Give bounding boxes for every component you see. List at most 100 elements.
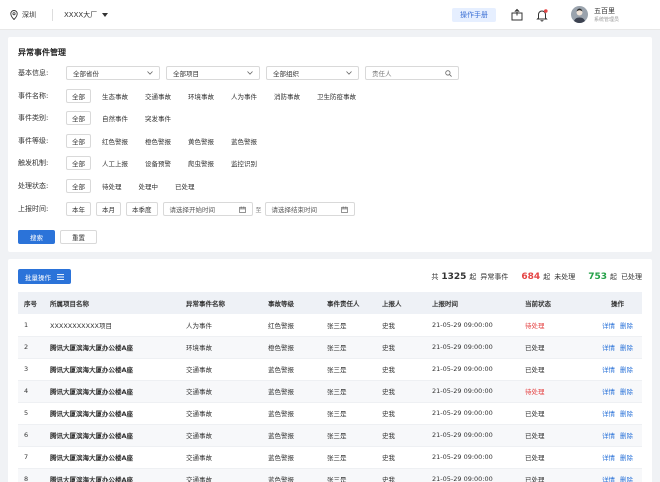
row-index: 8 (18, 468, 44, 482)
chevron-down-icon (247, 71, 253, 75)
event-name-option[interactable]: 交通事故 (139, 89, 177, 103)
event-level-option[interactable]: 橙色警报 (139, 134, 177, 148)
trigger-option[interactable]: 人工上报 (96, 156, 134, 170)
event-name: 交通事故 (180, 380, 262, 403)
detail-link[interactable]: 详情 (602, 322, 615, 330)
event-type-option[interactable]: 突发事件 (139, 111, 177, 125)
column-header: 序号 (18, 292, 44, 314)
report-time: 21-05-29 09:00:00 (426, 402, 519, 425)
event-name-option[interactable]: 生态事故 (96, 89, 134, 103)
province-select[interactable]: 全部省份 (66, 66, 160, 80)
status-option[interactable]: 已处理 (169, 179, 201, 193)
event-level-option[interactable]: 红色警报 (96, 134, 134, 148)
project-select[interactable]: 全部项目 (166, 66, 260, 80)
status-badge: 已处理 (519, 358, 587, 381)
event-name: 交通事故 (180, 468, 262, 482)
province-select-value: 全部省份 (73, 70, 99, 78)
report-time: 21-05-29 09:00:00 (426, 358, 519, 381)
event-name-option[interactable]: 环境事故 (182, 89, 220, 103)
project-name: 腾讯大厦滨海大厦办公楼A座 (44, 424, 180, 447)
pending-label: 未处理 (554, 273, 576, 281)
detail-link[interactable]: 详情 (602, 454, 615, 462)
avatar[interactable] (571, 6, 588, 23)
filter-panel: 异常事件管理 基本信息: 全部省份 全部项目 全部组织 责任人 事件名称: 全部… (8, 37, 652, 252)
trigger-option[interactable]: 全部 (66, 156, 91, 170)
event-stats: 共 1325 起 异常事件 684 起 未处理 753 起 已处理 (431, 272, 642, 282)
status-option[interactable]: 全部 (66, 179, 91, 193)
divider (52, 9, 53, 21)
delete-link[interactable]: 删除 (620, 454, 633, 462)
delete-link[interactable]: 删除 (620, 410, 633, 418)
time-option[interactable]: 本月 (96, 202, 121, 216)
delete-link[interactable]: 删除 (620, 344, 633, 352)
delete-link[interactable]: 删除 (620, 432, 633, 440)
column-header: 事件责任人 (321, 292, 376, 314)
trigger-row: 触发机制: 全部 人工上报 设备预警 爬虫警报 监控识别 (18, 156, 268, 170)
delete-link[interactable]: 删除 (620, 322, 633, 330)
status-option[interactable]: 处理中 (133, 179, 165, 193)
search-button[interactable]: 搜索 (18, 230, 55, 244)
delete-link[interactable]: 删除 (620, 476, 633, 482)
end-date-input[interactable]: 请选择结束时间 (264, 202, 355, 216)
chevron-down-icon (346, 71, 352, 75)
detail-link[interactable]: 详情 (602, 388, 615, 396)
reporter: 史我 (376, 380, 426, 403)
trigger-option[interactable]: 监控识别 (225, 156, 263, 170)
column-header: 当前状态 (519, 292, 587, 314)
event-level: 蓝色警报 (262, 380, 321, 403)
event-name-row: 事件名称: 全部 生态事故 交通事故 环境事故 人为事件 消防事故 卫生防疫事故 (18, 89, 367, 103)
event-level-option[interactable]: 全部 (66, 134, 91, 148)
time-option[interactable]: 本年 (66, 202, 91, 216)
event-level-option[interactable]: 黄色警报 (182, 134, 220, 148)
factory-label: XXXX大厂 (64, 11, 98, 19)
basic-info-label: 基本信息: (18, 69, 49, 77)
page-title: 异常事件管理 (18, 48, 66, 57)
org-select-value: 全部组织 (273, 70, 299, 78)
org-select[interactable]: 全部组织 (266, 66, 359, 80)
report-time: 21-05-29 09:00:00 (426, 336, 519, 359)
time-option[interactable]: 本季度 (126, 202, 158, 216)
event-name-option[interactable]: 全部 (66, 89, 91, 103)
row-actions: 详情 删除 (587, 358, 642, 381)
bell-icon[interactable] (535, 8, 549, 22)
column-header: 所属项目名称 (44, 292, 180, 314)
delete-link[interactable]: 删除 (620, 366, 633, 374)
event-type-option[interactable]: 自然事件 (96, 111, 134, 125)
event-name-option[interactable]: 消防事故 (268, 89, 306, 103)
trigger-option[interactable]: 爬虫警报 (182, 156, 220, 170)
detail-link[interactable]: 详情 (602, 410, 615, 418)
event-name: 交通事故 (180, 446, 262, 469)
detail-link[interactable]: 详情 (602, 432, 615, 440)
event-type-row: 事件类别: 全部 自然事件 突发事件 (18, 111, 182, 125)
detail-link[interactable]: 详情 (602, 476, 615, 482)
reset-button[interactable]: 重置 (60, 230, 97, 244)
export-icon[interactable] (510, 8, 524, 22)
event-owner: 张三是 (321, 358, 376, 381)
status-badge: 已处理 (519, 468, 587, 482)
event-level-option[interactable]: 蓝色警报 (225, 134, 263, 148)
owner-search-input[interactable]: 责任人 (365, 66, 459, 80)
time-label: 上报时间: (18, 205, 49, 213)
status-option[interactable]: 待处理 (96, 179, 128, 193)
event-type-option[interactable]: 全部 (66, 111, 91, 125)
start-date-input[interactable]: 请选择开始时间 (162, 202, 253, 216)
delete-link[interactable]: 删除 (620, 388, 633, 396)
event-level: 红色警报 (262, 314, 321, 337)
batch-action-button[interactable]: 批量操作 (18, 269, 71, 284)
caret-down-icon (102, 13, 109, 17)
trigger-option[interactable]: 设备预警 (139, 156, 177, 170)
location-selector[interactable]: 深圳 (10, 10, 36, 20)
event-owner: 张三是 (321, 468, 376, 482)
factory-selector[interactable]: XXXX大厂 (64, 10, 109, 20)
detail-link[interactable]: 详情 (602, 344, 615, 352)
event-name-option[interactable]: 人为事件 (225, 89, 263, 103)
manual-button[interactable]: 操作手册 (452, 8, 496, 22)
pending-unit: 起 (543, 273, 551, 281)
reporter: 史我 (376, 424, 426, 447)
search-icon[interactable] (445, 69, 452, 77)
column-header: 上报时间 (426, 292, 519, 314)
row-actions: 详情 删除 (587, 336, 642, 359)
event-name-option[interactable]: 卫生防疫事故 (311, 89, 362, 103)
detail-link[interactable]: 详情 (602, 366, 615, 374)
report-time: 21-05-29 09:00:00 (426, 424, 519, 447)
